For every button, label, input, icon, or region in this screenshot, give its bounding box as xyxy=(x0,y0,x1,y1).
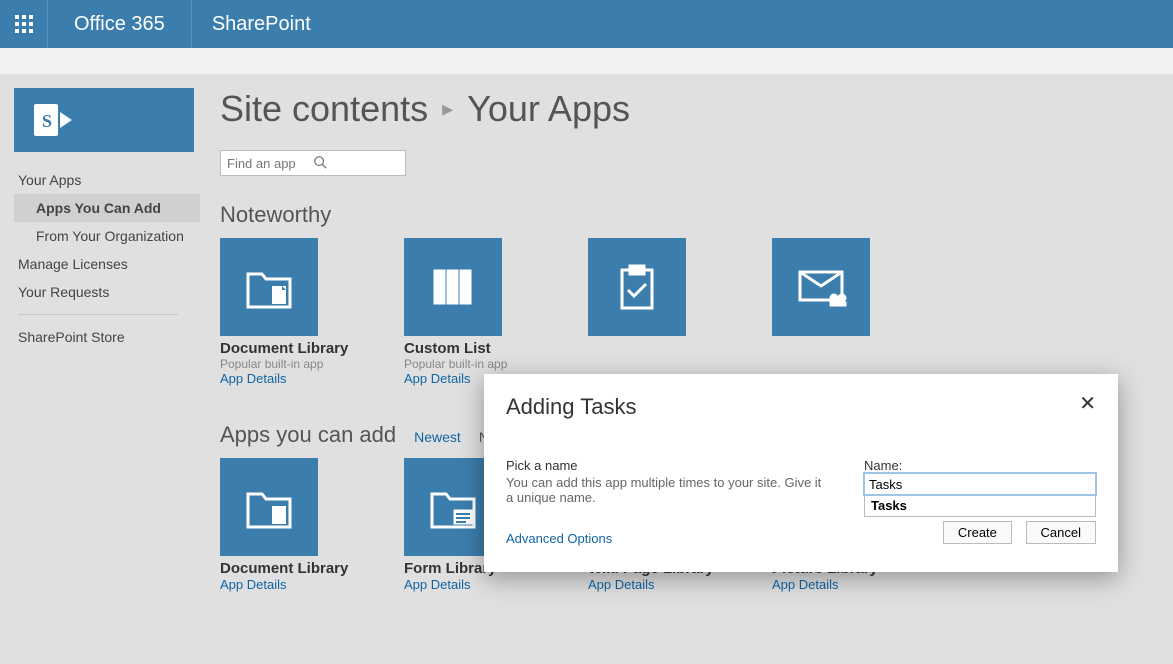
tile-details-link[interactable]: App Details xyxy=(220,577,318,592)
tile-document-library-2: Document Library App Details xyxy=(220,458,318,592)
name-label: Name: xyxy=(864,458,902,473)
nav-apps-you-can-add[interactable]: Apps You Can Add xyxy=(14,194,200,222)
pick-a-name-hint: You can add this app multiple times to y… xyxy=(506,475,828,505)
suite-brand[interactable]: Office 365 xyxy=(48,0,192,48)
name-input[interactable] xyxy=(864,473,1096,495)
tile-tasks xyxy=(588,238,686,386)
tile-subtitle: Popular built-in app xyxy=(220,357,318,371)
tile-document-library: Document Library Popular built-in app Ap… xyxy=(220,238,318,386)
tile-details-link[interactable]: App Details xyxy=(772,577,870,592)
nav-your-requests[interactable]: Your Requests xyxy=(14,278,200,306)
tile-title: Custom List xyxy=(404,340,502,357)
tile-site-mailbox xyxy=(772,238,870,386)
tile-title: Document Library xyxy=(220,340,318,357)
tile-details-link[interactable]: App Details xyxy=(220,371,318,386)
suite-bar: Office 365 SharePoint xyxy=(0,0,1173,48)
chevron-right-icon: ▸ xyxy=(442,96,453,122)
pick-a-name-label: Pick a name xyxy=(506,458,828,473)
cancel-button[interactable]: Cancel xyxy=(1026,521,1096,544)
close-icon[interactable]: ✕ xyxy=(1079,394,1096,414)
nav-from-your-org[interactable]: From Your Organization xyxy=(14,222,200,250)
adding-tasks-dialog: Adding Tasks ✕ Pick a name You can add t… xyxy=(484,374,1118,572)
section-apps-can-add: Apps you can add xyxy=(220,422,396,448)
section-noteworthy: Noteworthy xyxy=(220,202,1173,228)
search-icon[interactable] xyxy=(313,155,399,172)
tile-title: Document Library xyxy=(220,560,318,577)
tile-details-link[interactable]: App Details xyxy=(404,577,502,592)
ribbon-placeholder xyxy=(0,48,1173,74)
suite-app[interactable]: SharePoint xyxy=(192,13,331,36)
svg-text:S: S xyxy=(42,111,52,131)
crumb-your-apps: Your Apps xyxy=(467,88,630,130)
site-logo[interactable]: S xyxy=(14,88,194,152)
nav-sharepoint-store[interactable]: SharePoint Store xyxy=(14,323,200,351)
create-button[interactable]: Create xyxy=(943,521,1012,544)
nav-your-apps[interactable]: Your Apps xyxy=(14,166,200,194)
noteworthy-tiles: Document Library Popular built-in app Ap… xyxy=(220,238,1173,386)
search-placeholder: Find an app xyxy=(227,156,313,171)
filter-newest[interactable]: Newest xyxy=(414,429,461,445)
crumb-site-contents[interactable]: Site contents xyxy=(220,88,428,130)
tasks-icon[interactable] xyxy=(588,238,686,336)
document-library-icon[interactable] xyxy=(220,238,318,336)
advanced-options-link[interactable]: Advanced Options xyxy=(506,531,612,546)
left-nav: Your Apps Apps You Can Add From Your Org… xyxy=(14,166,200,351)
tile-subtitle: Popular built-in app xyxy=(404,357,502,371)
site-mailbox-icon[interactable] xyxy=(772,238,870,336)
nav-separator xyxy=(18,314,178,315)
tile-details-link[interactable]: App Details xyxy=(588,577,686,592)
nav-manage-licenses[interactable]: Manage Licenses xyxy=(14,250,200,278)
document-library-icon[interactable] xyxy=(220,458,318,556)
page-title: Site contents ▸ Your Apps xyxy=(220,88,1173,130)
tile-custom-list: Custom List Popular built-in app App Det… xyxy=(404,238,502,386)
app-launcher-icon[interactable] xyxy=(0,0,48,48)
autocomplete-suggestion[interactable]: Tasks xyxy=(864,495,1096,517)
dialog-title: Adding Tasks xyxy=(506,394,1079,420)
search-input[interactable]: Find an app xyxy=(220,150,406,176)
custom-list-icon[interactable] xyxy=(404,238,502,336)
